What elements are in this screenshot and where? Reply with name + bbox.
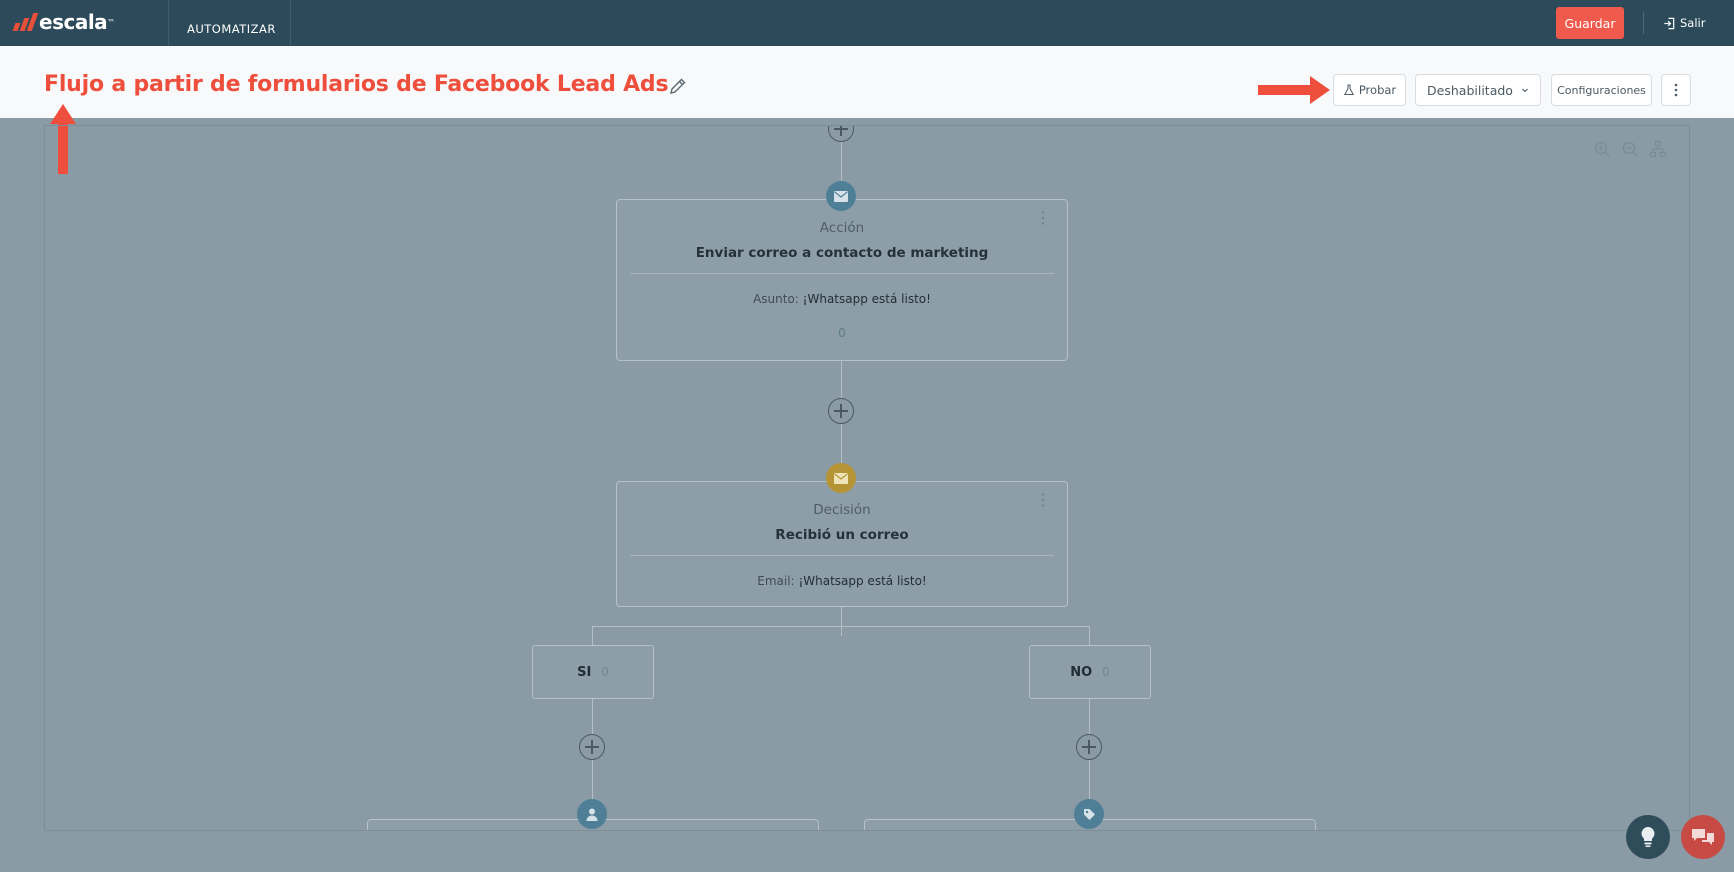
chat-button[interactable] — [1681, 815, 1725, 859]
node-title: Recibió un correo — [775, 527, 909, 543]
node-divider — [630, 555, 1054, 556]
node-detail: Email: ¡Whatsapp está listo! — [617, 574, 1067, 588]
lightbulb-icon — [1641, 827, 1655, 847]
annotation-arrow-right — [1258, 76, 1330, 104]
node-title: Enviar correo a contacto de marketing — [695, 245, 989, 261]
node-menu-icon[interactable]: ⋮ — [1035, 490, 1051, 509]
status-dropdown[interactable]: Deshabilitado — [1415, 74, 1541, 106]
lightbulb-button[interactable] — [1626, 815, 1670, 859]
branch-label: SI — [577, 664, 592, 680]
zoom-in-icon[interactable] — [1593, 140, 1611, 158]
mail-icon — [826, 181, 856, 211]
more-options-button[interactable] — [1661, 74, 1691, 106]
exit-button[interactable]: Salir — [1663, 16, 1705, 30]
status-label: Deshabilitado — [1427, 82, 1513, 98]
exit-label: Salir — [1680, 16, 1706, 30]
more-vertical-icon — [1674, 83, 1678, 97]
connector-line — [592, 626, 1090, 627]
add-step-button[interactable] — [1076, 734, 1102, 760]
detail-label: Asunto: — [753, 292, 799, 306]
zoom-toolbar — [1593, 140, 1667, 158]
save-button[interactable]: Guardar — [1556, 7, 1624, 39]
node-kind: Acción — [819, 220, 865, 236]
detail-label: Email: — [757, 574, 795, 588]
flask-icon — [1343, 84, 1354, 95]
branch-no[interactable]: NO 0 — [1029, 645, 1151, 699]
flow-canvas[interactable]: ⋮ Acción Enviar correo a contacto de mar… — [44, 125, 1690, 831]
test-label: Probar — [1358, 83, 1397, 97]
connector-line — [592, 626, 593, 646]
logout-icon — [1664, 17, 1675, 29]
add-step-button[interactable] — [828, 398, 854, 424]
branch-count: 0 — [1102, 665, 1110, 679]
node-detail: Asunto: ¡Whatsapp está listo! — [617, 292, 1067, 306]
add-step-button[interactable] — [579, 734, 605, 760]
branch-yes[interactable]: SI 0 — [532, 645, 654, 699]
decision-node[interactable]: ⋮ Decisión Recibió un correo Email: ¡Wha… — [616, 481, 1068, 607]
settings-button[interactable]: Configuraciones — [1551, 74, 1652, 106]
brand-name: escala — [39, 10, 108, 34]
nav-divider — [1643, 12, 1644, 34]
detail-value: ¡Whatsapp está listo! — [798, 574, 927, 588]
top-navbar: escala ™ AUTOMATIZAR Guardar Salir — [0, 0, 1734, 46]
tag-icon — [1074, 799, 1104, 829]
zoom-out-icon[interactable] — [1621, 140, 1639, 158]
chat-icon — [1692, 829, 1714, 845]
user-icon — [577, 799, 607, 829]
page-header: Flujo a partir de formularios de Faceboo… — [0, 46, 1734, 118]
detail-value: ¡Whatsapp está listo! — [802, 292, 931, 306]
node-divider — [630, 273, 1054, 274]
mail-icon — [826, 463, 856, 493]
add-step-button[interactable] — [828, 126, 854, 142]
org-chart-icon[interactable] — [1649, 140, 1667, 158]
page-title: Flujo a partir de formularios de Faceboo… — [44, 72, 669, 97]
brand-logo[interactable]: escala ™ — [12, 10, 116, 34]
test-button[interactable]: Probar — [1333, 74, 1406, 106]
connector-line — [841, 606, 842, 636]
pencil-icon[interactable] — [668, 76, 688, 96]
action-node[interactable]: ⋮ Acción Enviar correo a contacto de mar… — [616, 199, 1068, 361]
branch-count: 0 — [601, 665, 609, 679]
chevron-down-icon — [1522, 88, 1528, 93]
connector-line — [1089, 626, 1090, 646]
nav-tab-automatizar[interactable]: AUTOMATIZAR — [168, 0, 291, 46]
logo-bars — [12, 13, 39, 31]
node-menu-icon[interactable]: ⋮ — [1035, 208, 1051, 227]
branch-label: NO — [1070, 664, 1093, 680]
brand-tm: ™ — [107, 17, 116, 27]
node-count: 0 — [838, 326, 846, 340]
node-kind: Decisión — [813, 502, 871, 518]
